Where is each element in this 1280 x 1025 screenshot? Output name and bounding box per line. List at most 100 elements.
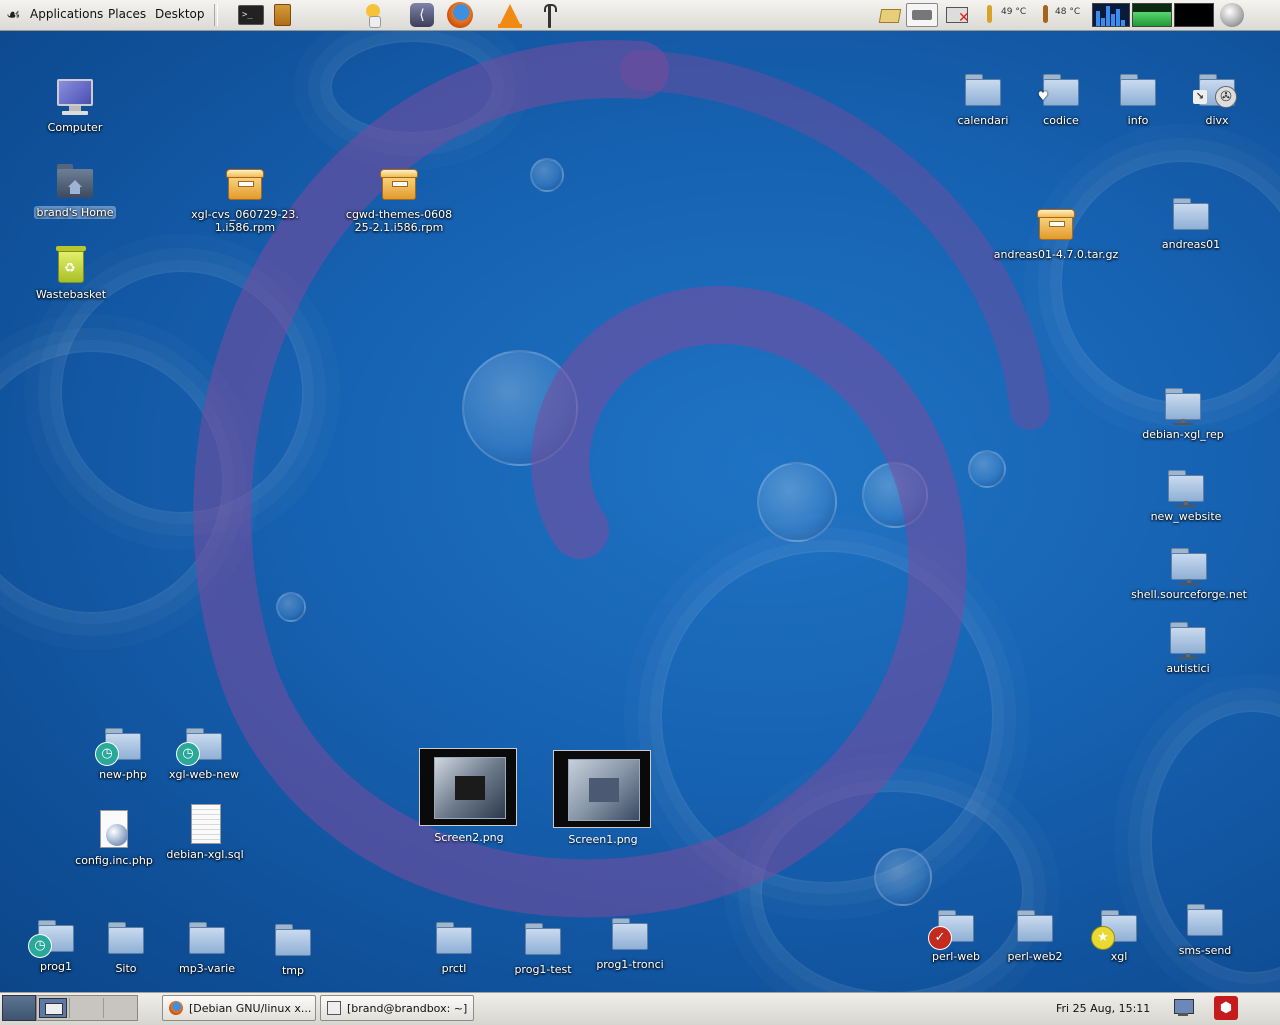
icon-label: shell.sourceforge.net	[1131, 588, 1247, 601]
image-thumbnail	[419, 748, 517, 826]
menu-desktop[interactable]: Desktop	[155, 7, 205, 21]
firefox-icon[interactable]	[446, 2, 474, 28]
network-folder-shell-sourceforge[interactable]: shell.sourceforge.net	[1124, 542, 1254, 601]
wastebasket-desktop-icon[interactable]: ♻ Wastebasket	[16, 242, 126, 301]
folder-andreas01[interactable]: andreas01	[1136, 192, 1246, 251]
film-reel-emblem-icon: ✇	[1215, 86, 1237, 108]
folder-icon	[271, 918, 315, 962]
trash-icon: ♻	[49, 242, 93, 286]
package-icon	[223, 162, 267, 206]
active-workspace[interactable]	[39, 998, 67, 1018]
home-folder-icon	[53, 160, 97, 204]
icon-label: sms-send	[1178, 944, 1232, 957]
folder-icon	[961, 68, 1005, 112]
network-folder-debian-xgl-rep[interactable]: debian-xgl_rep	[1128, 382, 1238, 441]
emacs-icon[interactable]: ⟨	[408, 2, 436, 28]
folder-icon: ✓	[928, 904, 978, 950]
cpu-monitor-graph[interactable]	[1092, 3, 1130, 27]
notes-icon[interactable]	[268, 2, 296, 28]
clock-emblem-icon: ◷	[176, 742, 200, 766]
folder-icon	[608, 912, 652, 956]
folder-xgl-web-new[interactable]: ◷ xgl-web-new	[149, 722, 259, 781]
update-notifier-icon[interactable]: ⬢	[1214, 996, 1238, 1020]
menu-applications[interactable]: Applications	[30, 7, 103, 21]
folder-icon: ◷	[95, 722, 145, 766]
network-disconnected-icon[interactable]: ✕	[944, 3, 972, 27]
icon-label: info	[1127, 114, 1149, 127]
network-monitor-graph[interactable]	[1174, 3, 1214, 27]
terminal-icon	[327, 1001, 341, 1015]
icon-label: new_website	[1150, 510, 1222, 523]
task-label: [Debian GNU/linux x...	[189, 1001, 312, 1015]
temperature-readout-1: 49 °C	[1001, 7, 1027, 17]
taskbar-button-terminal[interactable]: [brand@brandbox: ~]	[320, 995, 474, 1021]
folder-icon	[1183, 898, 1227, 942]
workspace-switcher[interactable]	[36, 995, 138, 1021]
icon-label: xgl-cvs_060729-23.1.i586.rpm	[191, 208, 299, 234]
top-panel: ☙ Applications Places Desktop >_ ⟨ ✕ 49 …	[0, 0, 1280, 31]
memory-monitor-graph[interactable]	[1132, 3, 1172, 27]
package-desktop-icon[interactable]: xgl-cvs_060729-23.1.i586.rpm	[190, 162, 300, 234]
temperature-readout-2: 48 °C	[1055, 7, 1081, 17]
icon-label: xgl	[1110, 950, 1128, 963]
icon-label: brand's Home	[33, 206, 117, 219]
folder-icon	[1116, 68, 1160, 112]
icon-label: Screen2.png	[434, 831, 504, 844]
network-folder-new-website[interactable]: new_website	[1131, 464, 1241, 523]
image-file-screen2[interactable]: Screen2.png	[419, 748, 519, 852]
home-desktop-icon[interactable]: brand's Home	[20, 160, 130, 219]
folder-icon: ✇ ↘	[1193, 68, 1239, 112]
gaim-icon[interactable]	[360, 2, 388, 28]
clock-emblem-icon: ◷	[28, 934, 52, 958]
firefox-icon	[169, 1001, 183, 1015]
icon-label: debian-xgl.sql	[166, 848, 244, 861]
package-desktop-icon[interactable]: cgwd-themes-060825-2.1.i586.rpm	[344, 162, 454, 234]
clock[interactable]: Fri 25 Aug, 15:11	[1056, 1002, 1150, 1015]
icon-label: prctl	[441, 962, 467, 975]
folder-icon: ♥	[1038, 68, 1083, 112]
computer-desktop-icon[interactable]: Computer	[20, 75, 130, 134]
thermometer-icon	[1040, 3, 1050, 27]
bottom-panel: [Debian GNU/linux x... [brand@brandbox: …	[0, 992, 1280, 1025]
icon-label: prog1-tronci	[596, 958, 664, 971]
vlc-icon[interactable]	[496, 2, 524, 28]
drive-tray-icon[interactable]	[906, 3, 938, 27]
computer-icon	[53, 75, 97, 119]
desktop-background[interactable]: Computer brand's Home ♻ Wastebasket xgl-…	[0, 30, 1280, 992]
network-folder-icon	[1161, 382, 1205, 426]
tool-icon[interactable]	[536, 2, 564, 28]
icon-label: andreas01	[1161, 238, 1221, 251]
terminal-icon[interactable]: >_	[237, 2, 265, 28]
volume-icon[interactable]	[1218, 3, 1246, 27]
icon-label: config.inc.php	[75, 854, 153, 867]
network-folder-icon	[1167, 542, 1211, 586]
heart-emblem-icon: ♥	[1037, 89, 1049, 103]
notes-tray-icon[interactable]	[878, 3, 902, 27]
folder-sms-send[interactable]: sms-send	[1150, 898, 1260, 957]
image-file-screen1[interactable]: Screen1.png	[553, 750, 653, 854]
gnome-foot-icon[interactable]: ☙	[6, 6, 22, 24]
icon-label: divx	[1205, 114, 1229, 127]
folder-icon	[432, 916, 476, 960]
folder-tmp[interactable]: tmp	[238, 918, 348, 977]
network-monitor-icon[interactable]	[1172, 997, 1198, 1019]
show-desktop-button[interactable]	[2, 995, 36, 1021]
network-folder-icon	[1164, 464, 1208, 508]
icon-label: perl-web	[931, 950, 981, 963]
icon-label: autistici	[1166, 662, 1210, 675]
icon-label: Computer	[47, 121, 103, 134]
file-debian-xgl-sql[interactable]: debian-xgl.sql	[150, 802, 260, 861]
panel-separator	[214, 4, 218, 26]
folder-prog1-tronci[interactable]: prog1-tronci	[575, 912, 685, 971]
network-folder-icon	[1166, 616, 1210, 660]
icon-label: tmp	[281, 964, 304, 977]
symlink-emblem-icon: ↘	[1193, 90, 1207, 104]
thermometer-icon	[984, 3, 994, 27]
folder-icon: ◷	[176, 722, 226, 766]
menu-places[interactable]: Places	[108, 7, 146, 21]
folder-divx[interactable]: ✇ ↘ divx	[1162, 68, 1272, 127]
task-label: [brand@brandbox: ~]	[347, 1001, 468, 1015]
package-desktop-icon[interactable]: andreas01-4.7.0.tar.gz	[976, 202, 1136, 261]
network-folder-autistici[interactable]: autistici	[1133, 616, 1243, 675]
taskbar-button-firefox[interactable]: [Debian GNU/linux x...	[162, 995, 316, 1021]
